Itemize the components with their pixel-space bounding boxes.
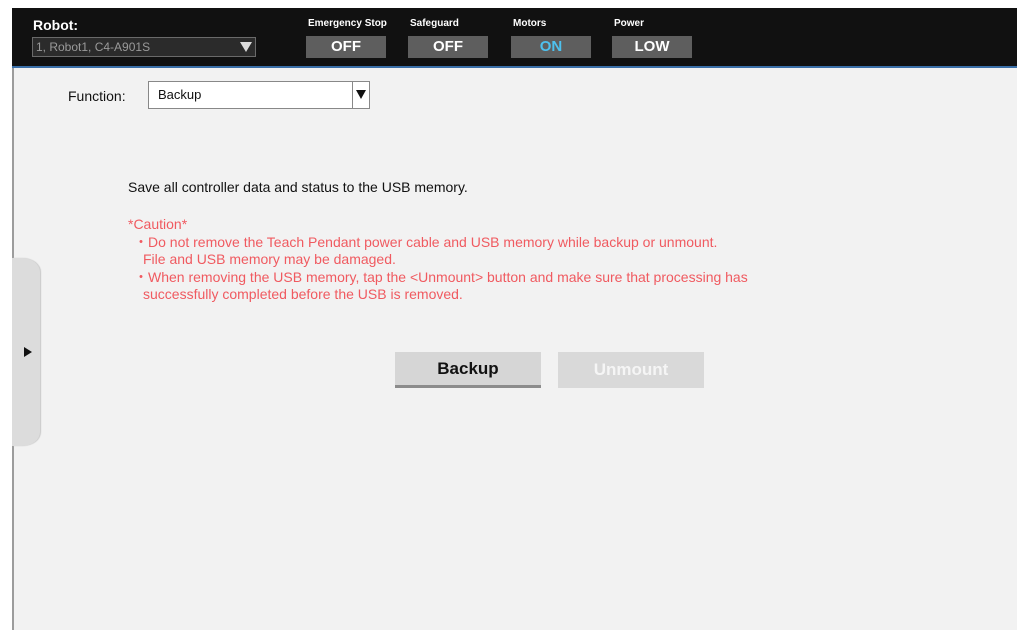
caution-item: ・When removing the USB memory, tap the <… xyxy=(128,269,748,304)
backup-description: Save all controller data and status to t… xyxy=(128,179,468,195)
caution-item: ・Do not remove the Teach Pendant power c… xyxy=(128,234,748,269)
robot-select-value: 1, Robot1, C4-A901S xyxy=(36,40,151,54)
triangle-right-icon xyxy=(24,347,32,357)
safeguard-status: Safeguard OFF xyxy=(408,18,488,58)
dropdown-arrow-icon xyxy=(240,42,252,52)
function-select[interactable]: Backup xyxy=(148,81,370,109)
power-label: Power xyxy=(614,18,645,29)
caution-item-line: ・When removing the USB memory, tap the <… xyxy=(134,268,748,285)
status-bar: Robot: 1, Robot1, C4-A901S Emergency Sto… xyxy=(12,8,1017,68)
emergency-stop-value: OFF xyxy=(306,36,386,58)
dropdown-arrow-icon xyxy=(356,90,366,99)
caution-title: *Caution* xyxy=(128,216,188,232)
emergency-stop-status: Emergency Stop OFF xyxy=(306,18,387,58)
robot-select[interactable]: 1, Robot1, C4-A901S xyxy=(32,37,256,57)
safeguard-label: Safeguard xyxy=(410,18,459,29)
function-select-value: Backup xyxy=(158,87,202,102)
motors-status: Motors ON xyxy=(511,18,591,58)
motors-value: ON xyxy=(511,36,591,58)
robot-label: Robot: xyxy=(33,17,79,33)
backup-button[interactable]: Backup xyxy=(395,352,541,388)
caution-block: *Caution* ・Do not remove the Teach Penda… xyxy=(128,216,748,304)
caution-item-line: successfully completed before the USB is… xyxy=(143,286,463,302)
unmount-button[interactable]: Unmount xyxy=(558,352,704,388)
power-status: Power LOW xyxy=(612,18,692,58)
side-panel-toggle[interactable] xyxy=(12,258,40,446)
power-value: LOW xyxy=(612,36,692,58)
caution-item-line: File and USB memory may be damaged. xyxy=(143,251,396,267)
function-label: Function: xyxy=(68,88,126,104)
motors-label: Motors xyxy=(513,18,547,29)
app-window: Robot: 1, Robot1, C4-A901S Emergency Sto… xyxy=(12,8,1017,630)
function-select-button[interactable] xyxy=(352,82,369,108)
emergency-stop-label: Emergency Stop xyxy=(308,18,387,29)
caution-item-line: ・Do not remove the Teach Pendant power c… xyxy=(134,233,718,250)
safeguard-value: OFF xyxy=(408,36,488,58)
